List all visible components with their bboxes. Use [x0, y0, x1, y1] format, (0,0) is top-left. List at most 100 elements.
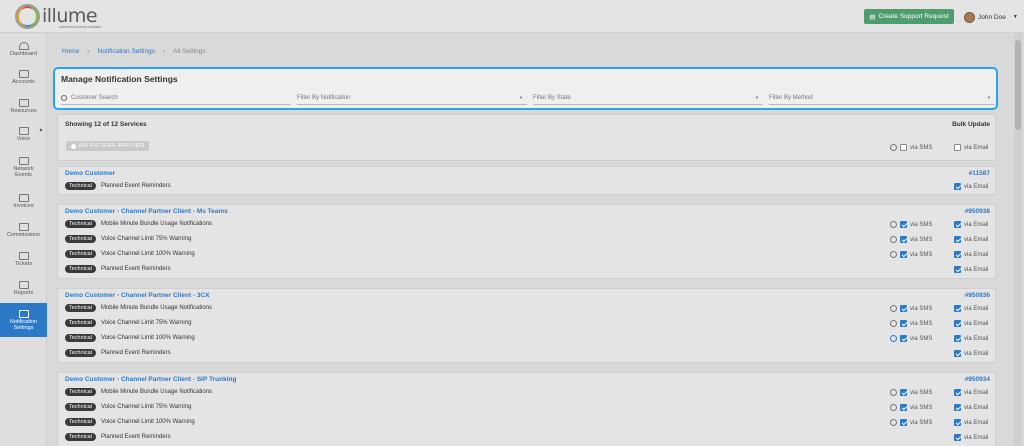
sidebar-item-reports[interactable]: Reports	[0, 277, 47, 299]
via-email-label: via Email	[964, 389, 989, 396]
email-checkbox[interactable]	[954, 389, 961, 396]
email-checkbox[interactable]	[954, 221, 961, 228]
notification-row: Technical Voice Channel Limit 75% Warning	[65, 318, 191, 327]
customer-search-input[interactable]: Customer Search	[61, 91, 291, 105]
top-bar: illume optimum business software ▤ Creat…	[0, 0, 1024, 33]
via-email-label: via Email	[964, 251, 989, 258]
email-checkbox[interactable]	[954, 434, 961, 441]
via-email-label: via Email	[964, 404, 989, 411]
clock-icon[interactable]	[890, 221, 897, 228]
email-checkbox[interactable]	[954, 236, 961, 243]
sidebar-item-dashboard[interactable]: Dashboard	[0, 38, 47, 60]
via-sms-label: via SMS	[910, 320, 933, 327]
filter-by-method-select[interactable]: Filter By Method ▼	[769, 91, 995, 105]
user-menu[interactable]: John Doe ▼	[964, 10, 1018, 24]
clock-icon[interactable]	[890, 335, 897, 342]
filter-by-notification-label: Filter By Notification	[297, 94, 351, 101]
sms-checkbox[interactable]	[900, 335, 907, 342]
sms-option: via SMS	[890, 403, 932, 412]
clock-icon[interactable]	[890, 389, 897, 396]
avatar	[964, 11, 975, 23]
service-panel: Demo Customer - Channel Partner Client -…	[57, 372, 996, 446]
email-checkbox[interactable]	[954, 305, 961, 312]
notification-label: Voice Channel Limit 75% Warning	[100, 403, 192, 410]
email-checkbox[interactable]	[954, 251, 961, 258]
voice-icon	[18, 127, 29, 135]
sidebar-item-resources[interactable]: Resources	[0, 95, 47, 117]
category-tag: Technical	[65, 249, 96, 258]
create-support-request-label: Create Support Request	[878, 13, 949, 20]
sms-checkbox[interactable]	[900, 404, 907, 411]
service-id[interactable]: #950934	[965, 376, 990, 383]
chevron-down-icon: ▼	[519, 95, 523, 100]
bulk-email: via Email	[954, 143, 988, 152]
sms-checkbox[interactable]	[900, 221, 907, 228]
clock-icon[interactable]	[890, 236, 897, 243]
filter-by-notification-select[interactable]: Filter By Notification ▼	[297, 91, 527, 105]
email-option: via Email	[954, 235, 988, 244]
dashboard-icon	[18, 42, 29, 50]
sidebar-item-network-events[interactable]: Network Events	[0, 153, 47, 181]
service-name[interactable]: Demo Customer - Channel Partner Client -…	[65, 376, 236, 383]
clock-icon[interactable]	[890, 419, 897, 426]
category-tag: Technical	[65, 402, 96, 411]
via-email-label: via Email	[964, 183, 989, 190]
sidebar-item-accounts[interactable]: Accounts	[0, 66, 47, 88]
bulk-sms-checkbox[interactable]	[900, 144, 907, 151]
email-checkbox[interactable]	[954, 404, 961, 411]
service-id[interactable]: #950938	[965, 208, 990, 215]
logo[interactable]: illume optimum business software	[15, 4, 125, 30]
email-option: via Email	[954, 349, 988, 358]
via-sms-label: via SMS	[910, 305, 933, 312]
email-checkbox[interactable]	[954, 350, 961, 357]
sms-checkbox[interactable]	[900, 419, 907, 426]
notification-label: Planned Event Reminders	[100, 265, 171, 272]
clock-icon[interactable]	[890, 320, 897, 327]
clock-icon[interactable]	[890, 144, 897, 151]
sms-option: via SMS	[890, 235, 932, 244]
clock-icon[interactable]	[890, 404, 897, 411]
sidebar-item-commissions[interactable]: Commissions	[0, 219, 47, 241]
email-option: via Email	[954, 182, 988, 191]
sms-checkbox[interactable]	[900, 305, 907, 312]
service-id[interactable]: #950936	[965, 292, 990, 299]
via-sms-label: via SMS	[910, 404, 933, 411]
service-name[interactable]: Demo Customer	[65, 170, 115, 177]
logo-tagline: optimum business software	[59, 25, 102, 29]
breadcrumb-separator: ›	[162, 48, 166, 55]
email-checkbox[interactable]	[954, 266, 961, 273]
clock-icon[interactable]	[890, 251, 897, 258]
breadcrumb: Home › Notification Settings › All Setti…	[62, 48, 206, 55]
sidebar-item-tickets[interactable]: Tickets	[0, 248, 47, 270]
service-name[interactable]: Demo Customer - Channel Partner Client -…	[65, 292, 209, 299]
sidebar-item-invoices[interactable]: Invoices	[0, 190, 47, 212]
mail-icon	[18, 310, 29, 318]
scrollbar[interactable]	[1014, 34, 1022, 446]
sms-checkbox[interactable]	[900, 251, 907, 258]
sms-checkbox[interactable]	[900, 389, 907, 396]
breadcrumb-notification-settings[interactable]: Notification Settings	[98, 48, 155, 55]
create-support-request-button[interactable]: ▤ Create Support Request	[864, 9, 954, 24]
notification-row: Technical Voice Channel Limit 100% Warnin…	[65, 249, 195, 258]
email-checkbox[interactable]	[954, 419, 961, 426]
network-events-icon	[18, 157, 29, 165]
bulk-email-checkbox[interactable]	[954, 144, 961, 151]
filter-by-state-select[interactable]: Filter By State ▼	[533, 91, 763, 105]
service-name[interactable]: Demo Customer - Channel Partner Client -…	[65, 208, 228, 215]
scrollbar-thumb[interactable]	[1015, 40, 1021, 130]
email-option: via Email	[954, 403, 988, 412]
email-option: via Email	[954, 433, 988, 442]
email-checkbox[interactable]	[954, 335, 961, 342]
sidebar-item-notification-settings[interactable]: Notification Settings	[0, 303, 47, 337]
notification-row: Technical Voice Channel Limit 75% Warning	[65, 234, 191, 243]
sms-checkbox[interactable]	[900, 320, 907, 327]
email-checkbox[interactable]	[954, 320, 961, 327]
sidebar-item-voice[interactable]: Voice ▶	[0, 123, 47, 145]
clock-icon[interactable]	[890, 305, 897, 312]
service-id[interactable]: #11587	[969, 170, 990, 177]
notification-label: Voice Channel Limit 75% Warning	[100, 235, 192, 242]
email-checkbox[interactable]	[954, 183, 961, 190]
sidebar-item-label: Invoices	[13, 203, 34, 209]
breadcrumb-home[interactable]: Home	[62, 48, 79, 55]
sms-checkbox[interactable]	[900, 236, 907, 243]
